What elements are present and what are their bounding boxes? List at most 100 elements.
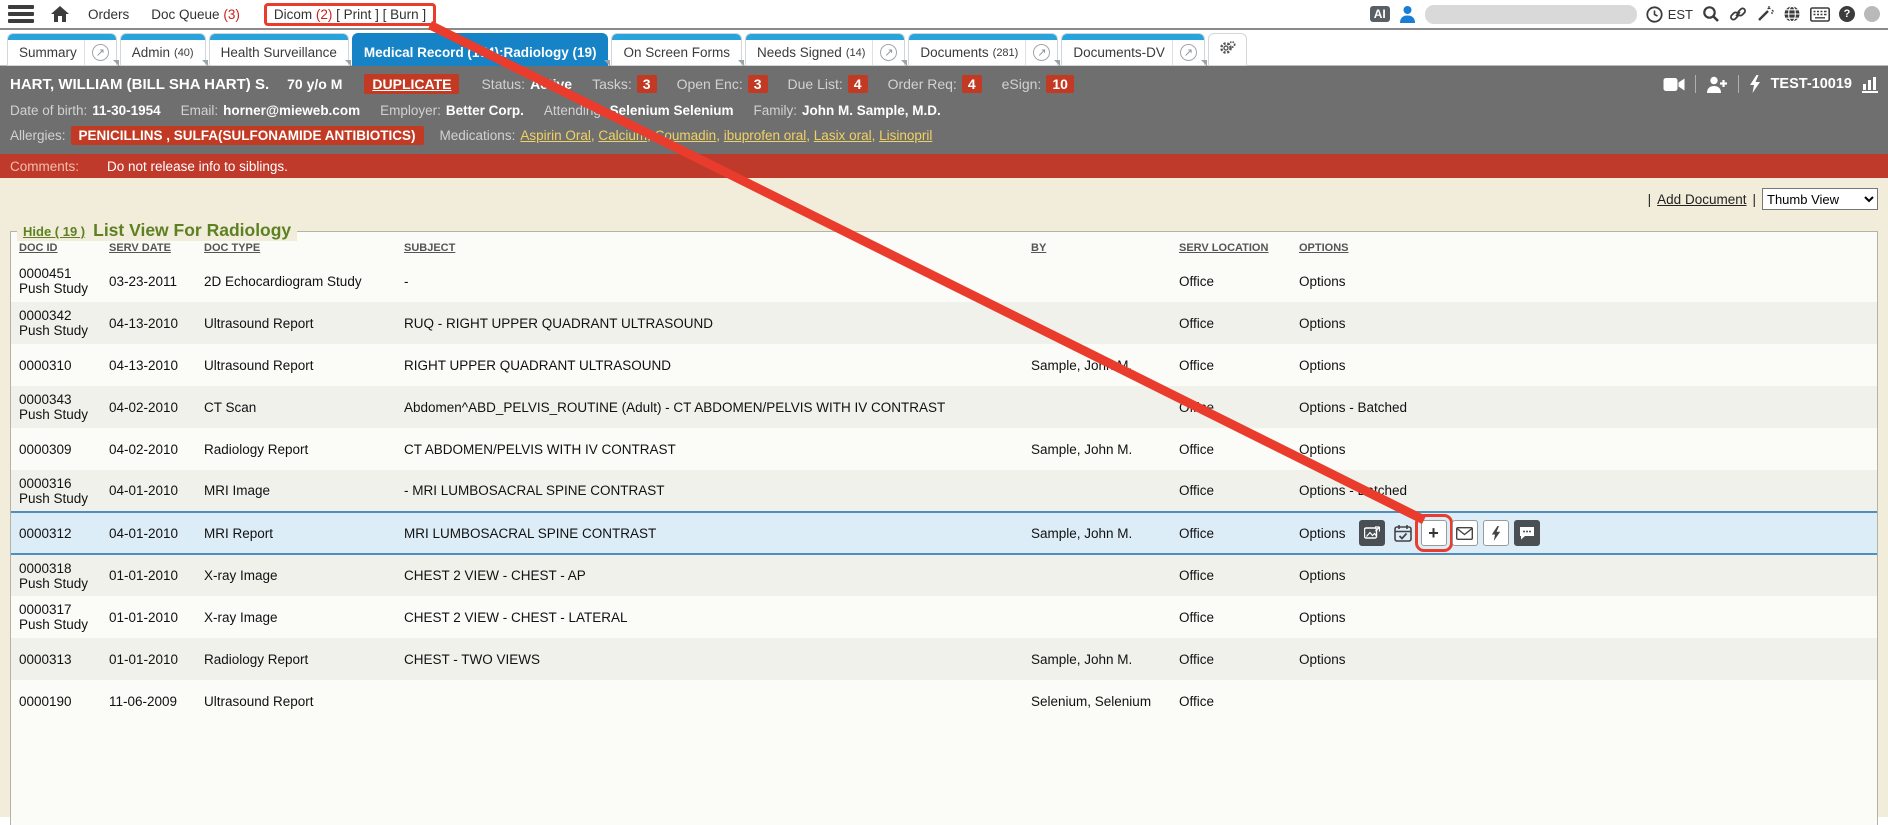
tab-summary[interactable]: Summary ↗ — [8, 34, 116, 65]
doc-id-link[interactable]: 0000343 — [19, 392, 72, 407]
options-link[interactable]: Options — [1299, 316, 1346, 331]
options-link[interactable]: Options - Batched — [1299, 400, 1407, 415]
link-icon[interactable] — [1729, 5, 1747, 23]
tab-admin[interactable]: Admin (40) — [121, 34, 205, 65]
table-row[interactable]: 0000343Push Study 04-02-2010 CT Scan Abd… — [11, 386, 1877, 428]
tab-documents[interactable]: Documents (281) ↗ — [909, 34, 1057, 65]
medication-link[interactable]: Coumadin — [655, 128, 717, 143]
medication-link[interactable]: ibuprofen oral — [724, 128, 807, 143]
person-add-icon[interactable] — [1706, 76, 1728, 93]
table-row[interactable]: 0000451Push Study 03-23-2011 2D Echocard… — [11, 260, 1877, 302]
medication-link[interactable]: Calcium — [598, 128, 647, 143]
options-link[interactable]: Options — [1299, 568, 1346, 583]
help-icon[interactable]: ? — [1839, 6, 1855, 22]
tab-on-screen-forms[interactable]: On Screen Forms — [612, 34, 741, 65]
clock-icon[interactable] — [1646, 6, 1663, 23]
column-header-options[interactable]: OPTIONS — [1291, 232, 1877, 260]
duplicate-badge[interactable]: DUPLICATE — [364, 74, 459, 94]
due-list-count-badge[interactable]: 4 — [848, 75, 868, 93]
table-row[interactable]: 0000342Push Study 04-13-2010 Ultrasound … — [11, 302, 1877, 344]
medication-link[interactable]: Aspirin Oral — [520, 128, 591, 143]
add-icon[interactable]: + — [1421, 520, 1447, 546]
tab-documents-dv[interactable]: Documents-DV ↗ — [1062, 34, 1204, 65]
tab-medical-record-174-radiology-19[interactable]: Medical Record (174):Radiology (19) — [353, 34, 608, 65]
globe-icon[interactable] — [1783, 5, 1801, 23]
doc-id-link[interactable]: 0000342 — [19, 308, 72, 323]
table-row[interactable]: 0000310 04-13-2010 Ultrasound Report RIG… — [11, 344, 1877, 386]
bar-chart-icon[interactable] — [1862, 76, 1878, 93]
push-study-link[interactable]: Push Study — [19, 576, 93, 591]
options-link[interactable]: Options — [1299, 610, 1346, 625]
by-cell — [1023, 386, 1171, 428]
dicom-burn-button[interactable]: [ Burn ] — [383, 7, 427, 22]
calendar-check-icon[interactable] — [1390, 520, 1416, 546]
doc-id-link[interactable]: 0000312 — [19, 526, 72, 541]
table-row[interactable]: 0000309 04-02-2010 Radiology Report CT A… — [11, 428, 1877, 470]
tab-health-surveillance[interactable]: Health Surveillance — [210, 34, 348, 65]
comment-icon[interactable] — [1514, 520, 1540, 546]
nav-doc-queue[interactable]: Doc Queue (3) — [151, 7, 240, 22]
doc-id-link[interactable]: 0000317 — [19, 602, 72, 617]
push-study-link[interactable]: Push Study — [19, 281, 93, 296]
tab-settings-gear[interactable] — [1209, 34, 1246, 65]
doc-id-link[interactable]: 0000316 — [19, 476, 72, 491]
push-study-link[interactable]: Push Study — [19, 617, 93, 632]
wand-icon[interactable] — [1756, 5, 1774, 23]
ai-badge[interactable]: AI — [1370, 6, 1390, 22]
bolt-icon[interactable] — [1749, 75, 1761, 93]
table-row[interactable]: 0000312 04-01-2010 MRI Report MRI LUMBOS… — [11, 512, 1877, 554]
popout-icon[interactable]: ↗ — [1025, 34, 1057, 65]
doc-id-link[interactable]: 0000310 — [19, 358, 72, 373]
options-link[interactable]: Options — [1299, 652, 1346, 667]
nav-orders[interactable]: Orders — [88, 7, 129, 22]
medication-link[interactable]: Lisinopril — [879, 128, 932, 143]
column-header-subject[interactable]: SUBJECT — [396, 232, 1023, 260]
push-study-link[interactable]: Push Study — [19, 323, 93, 338]
order-req-count-badge[interactable]: 4 — [962, 75, 982, 93]
table-row[interactable]: 0000317Push Study 01-01-2010 X-ray Image… — [11, 596, 1877, 638]
avatar[interactable] — [1864, 6, 1880, 22]
keyboard-icon[interactable] — [1810, 7, 1830, 22]
view-mode-select[interactable]: Thumb View — [1762, 188, 1878, 210]
push-study-link[interactable]: Push Study — [19, 407, 93, 422]
doc-id-link[interactable]: 0000309 — [19, 442, 72, 457]
allergies-badge[interactable]: PENICILLINS , SULFA(SULFONAMIDE ANTIBIOT… — [71, 126, 424, 145]
column-header-by[interactable]: BY — [1023, 232, 1171, 260]
export-image-icon[interactable] — [1359, 520, 1385, 546]
popout-icon[interactable]: ↗ — [84, 34, 116, 65]
envelope-icon[interactable] — [1452, 520, 1478, 546]
options-link[interactable]: Options — [1299, 442, 1346, 457]
table-row[interactable]: 0000318Push Study 01-01-2010 X-ray Image… — [11, 554, 1877, 596]
nav-dicom-group[interactable]: Dicom (2) [ Print ] [ Burn ] — [264, 3, 436, 26]
search-icon[interactable] — [1702, 5, 1720, 23]
tasks-count-badge[interactable]: 3 — [637, 75, 657, 93]
hamburger-menu-icon[interactable] — [8, 5, 34, 23]
open-enc-count-badge[interactable]: 3 — [748, 75, 768, 93]
popout-icon[interactable]: ↗ — [872, 34, 904, 65]
options-link[interactable]: Options — [1299, 526, 1346, 541]
doc-id-link[interactable]: 0000451 — [19, 266, 72, 281]
user-icon[interactable] — [1399, 5, 1416, 23]
hide-link[interactable]: Hide ( 19 ) — [23, 224, 85, 239]
add-document-link[interactable]: Add Document — [1657, 192, 1746, 207]
table-row[interactable]: 0000313 01-01-2010 Radiology Report CHES… — [11, 638, 1877, 680]
column-header-serv-location[interactable]: SERV LOCATION — [1171, 232, 1291, 260]
options-link[interactable]: Options - Batched — [1299, 483, 1407, 498]
dicom-print-button[interactable]: [ Print ] — [336, 7, 379, 22]
options-link[interactable]: Options — [1299, 274, 1346, 289]
options-link[interactable]: Options — [1299, 358, 1346, 373]
push-study-link[interactable]: Push Study — [19, 491, 93, 506]
table-row[interactable]: 0000316Push Study 04-01-2010 MRI Image -… — [11, 470, 1877, 512]
medication-link[interactable]: Lasix oral — [814, 128, 872, 143]
email-value[interactable]: horner@mieweb.com — [223, 103, 360, 118]
popout-icon[interactable]: ↗ — [1172, 34, 1204, 65]
tab-needs-signed[interactable]: Needs Signed (14) ↗ — [746, 34, 904, 65]
esign-count-badge[interactable]: 10 — [1046, 75, 1074, 93]
home-icon[interactable] — [50, 5, 70, 23]
video-camera-icon[interactable] — [1663, 77, 1685, 92]
table-row[interactable]: 0000190 11-06-2009 Ultrasound Report Sel… — [11, 680, 1877, 722]
doc-id-link[interactable]: 0000318 — [19, 561, 72, 576]
doc-id-link[interactable]: 0000313 — [19, 652, 72, 667]
bolt-action-icon[interactable] — [1483, 520, 1509, 546]
doc-id-link[interactable]: 0000190 — [19, 694, 72, 709]
